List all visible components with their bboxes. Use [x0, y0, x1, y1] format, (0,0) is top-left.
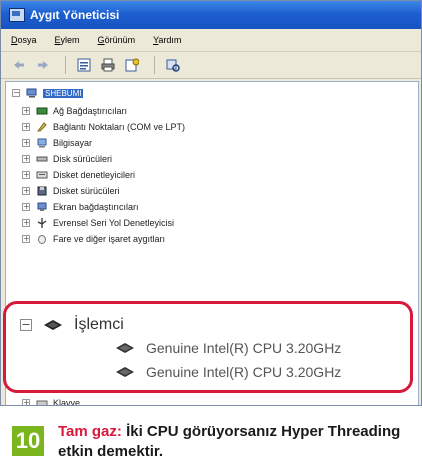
tree-item[interactable]: + Fare ve diğer işaret aygıtları [22, 232, 165, 246]
help-icon[interactable] [122, 55, 142, 75]
tree-item[interactable]: + Klavye [22, 396, 81, 406]
tree-item[interactable]: + Ekran bağdaştırıcıları [22, 200, 139, 214]
step-number: 10 [12, 426, 44, 456]
tree-item[interactable]: + Disket sürücüleri [22, 184, 120, 198]
cpu-item[interactable]: Genuine Intel(R) CPU 3.20GHz [114, 364, 341, 380]
tree-item-label: Disket sürücüleri [53, 186, 120, 196]
tree-item[interactable]: + Disk sürücüleri [22, 152, 112, 166]
device-manager-window: Aygıt Yöneticisi Dosya Eylem Görünüm Yar… [0, 0, 422, 406]
processor-label: İşlemci [74, 316, 124, 333]
caption-heading: Tam gaz: [58, 423, 122, 440]
caption: 10 Tam gaz: İki CPU görüyorsanız Hyper T… [0, 406, 422, 474]
usb-icon [37, 218, 47, 228]
expand-icon[interactable]: + [22, 139, 30, 147]
menu-file[interactable]: Dosya [11, 35, 37, 45]
processor-category[interactable]: − İşlemci [20, 316, 124, 334]
root-label: SHEBUMI [43, 88, 84, 98]
tree-item-label: Fare ve diğer işaret aygıtları [53, 234, 166, 244]
tree-item-label: Disket denetleyicileri [53, 170, 136, 180]
toolbar [1, 52, 421, 79]
floppy-drive-icon [37, 186, 47, 196]
scan-icon[interactable] [163, 55, 183, 75]
tree-item[interactable]: + Bilgisayar [22, 136, 92, 150]
tree-item-label: Bilgisayar [53, 138, 93, 148]
expand-icon[interactable]: + [22, 107, 30, 115]
mouse-icon [38, 235, 46, 244]
toolbar-separator [65, 56, 66, 74]
tree-item-label: Ağ Bağdaştırıcıları [53, 106, 128, 116]
expand-icon[interactable]: + [22, 171, 30, 179]
tree-item-label: Evrensel Seri Yol Denetleyicisi [53, 218, 175, 228]
disk-drive-icon [36, 156, 48, 162]
cpu-label: Genuine Intel(R) CPU 3.20GHz [146, 364, 342, 380]
collapse-icon[interactable]: − [12, 89, 20, 97]
properties-icon[interactable] [74, 55, 94, 75]
menu-bar: Dosya Eylem Görünüm Yardım [1, 29, 421, 52]
device-manager-icon [9, 8, 25, 22]
expand-icon[interactable]: + [22, 219, 30, 227]
forward-arrow-icon[interactable] [33, 55, 53, 75]
port-icon [37, 122, 47, 132]
tree-item-label: Klavye [53, 398, 81, 406]
caption-text: Tam gaz: İki CPU görüyorsanız Hyper Thre… [58, 422, 418, 462]
expand-icon[interactable]: + [22, 123, 30, 131]
expand-icon[interactable]: + [22, 203, 30, 211]
processor-icon [116, 343, 134, 353]
computer-icon [37, 138, 47, 148]
network-adapter-icon [36, 107, 48, 115]
keyboard-icon [36, 400, 48, 405]
tree-item[interactable]: + Disket denetleyicileri [22, 168, 135, 182]
tree-item[interactable]: + Bağlantı Noktaları (COM ve LPT) [22, 120, 185, 134]
expand-icon[interactable]: + [22, 399, 30, 405]
menu-view[interactable]: Görünüm [98, 35, 136, 45]
tree-item-label: Ekran bağdaştırıcıları [53, 202, 139, 212]
toolbar-separator [154, 56, 155, 74]
window-title: Aygıt Yöneticisi [30, 8, 120, 22]
floppy-controller-icon [36, 171, 48, 179]
tree-item[interactable]: + Ağ Bağdaştırıcıları [22, 104, 127, 118]
cpu-label: Genuine Intel(R) CPU 3.20GHz [146, 340, 342, 356]
title-bar[interactable]: Aygıt Yöneticisi [1, 1, 421, 29]
display-adapter-icon [37, 202, 47, 211]
back-arrow-icon[interactable] [9, 55, 29, 75]
expand-icon[interactable]: + [22, 187, 30, 195]
tree-root[interactable]: − SHEBUMI [12, 86, 84, 100]
tree-item[interactable]: + Evrensel Seri Yol Denetleyicisi [22, 216, 174, 230]
processor-icon [44, 320, 62, 330]
processor-highlight: − İşlemci Genuine Intel(R) CPU 3.20GHz G… [3, 301, 413, 393]
cpu-item[interactable]: Genuine Intel(R) CPU 3.20GHz [114, 340, 341, 356]
tree-item-label: Bağlantı Noktaları (COM ve LPT) [53, 122, 186, 132]
menu-help[interactable]: Yardım [153, 35, 181, 45]
computer-icon [26, 88, 37, 98]
expand-icon[interactable]: + [22, 155, 30, 163]
tree-item-label: Disk sürücüleri [53, 154, 113, 164]
print-icon[interactable] [98, 55, 118, 75]
menu-action[interactable]: Eylem [55, 35, 80, 45]
collapse-icon[interactable]: − [20, 319, 32, 331]
expand-icon[interactable]: + [22, 235, 30, 243]
processor-icon [116, 367, 134, 377]
